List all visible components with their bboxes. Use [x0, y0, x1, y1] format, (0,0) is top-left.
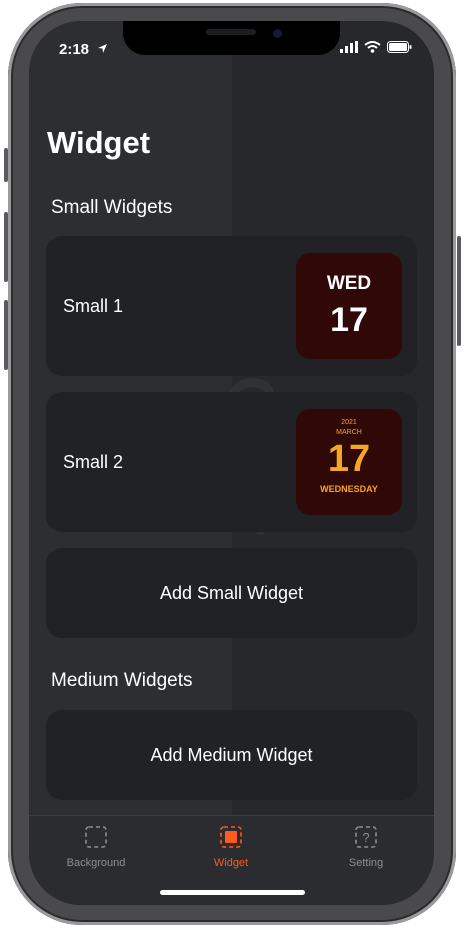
- widget-month: MARCH: [336, 429, 362, 436]
- camera: [273, 29, 282, 38]
- tab-setting[interactable]: ? Setting: [316, 826, 416, 869]
- wifi-icon: [364, 41, 381, 53]
- volume-down-button: [4, 300, 8, 370]
- small-widget-card-2[interactable]: Small 2 2021 MARCH 17 WEDNESDAY: [46, 392, 417, 532]
- signal-icon: [340, 41, 358, 53]
- add-small-widget-label: Add Small Widget: [159, 583, 304, 603]
- setting-icon: ?: [355, 826, 377, 848]
- tab-label: Setting: [348, 857, 384, 869]
- small-widget-preview-2[interactable]: 2021 MARCH 17 WEDNESDAY: [296, 409, 402, 515]
- small-widget-label: Small 1: [63, 296, 124, 316]
- status-time: 2:18: [59, 41, 90, 58]
- location-arrow-icon: [98, 44, 107, 53]
- speaker: [206, 29, 256, 35]
- small-widgets-heading: Small Widgets: [51, 197, 173, 218]
- tab-widget[interactable]: Widget: [181, 826, 281, 869]
- battery-icon: [387, 41, 412, 53]
- mute-switch: [4, 148, 8, 182]
- small-widget-card-1[interactable]: Small 1 WED 17: [46, 236, 417, 376]
- widget-date: 17: [330, 301, 368, 339]
- widget-date: 17: [327, 438, 371, 480]
- notch: [123, 21, 340, 55]
- small-widget-label: Small 2: [63, 452, 124, 472]
- app-screen: OneClear 2:18 Widget Small Widgets Small…: [29, 21, 434, 905]
- widget-day: WED: [326, 273, 372, 294]
- volume-up-button: [4, 212, 8, 282]
- add-medium-widget-label: Add Medium Widget: [150, 745, 313, 765]
- svg-text:?: ?: [362, 830, 369, 845]
- add-small-widget-button[interactable]: Add Small Widget: [46, 548, 417, 638]
- page-title: Widget: [47, 125, 151, 160]
- small-widget-preview-1[interactable]: WED 17: [296, 253, 402, 359]
- tab-label: Background: [66, 857, 126, 869]
- tab-label: Widget: [213, 857, 249, 869]
- widget-weekday: WEDNESDAY: [320, 484, 378, 494]
- background-icon: [85, 826, 107, 848]
- add-medium-widget-button[interactable]: Add Medium Widget: [46, 710, 417, 800]
- home-indicator[interactable]: [160, 890, 305, 895]
- widget-icon: [220, 826, 242, 848]
- tab-background[interactable]: Background: [46, 826, 146, 869]
- medium-widgets-heading: Medium Widgets: [51, 670, 193, 691]
- power-button: [457, 236, 461, 346]
- status-icons: [340, 41, 412, 53]
- widget-year: 2021: [341, 419, 357, 426]
